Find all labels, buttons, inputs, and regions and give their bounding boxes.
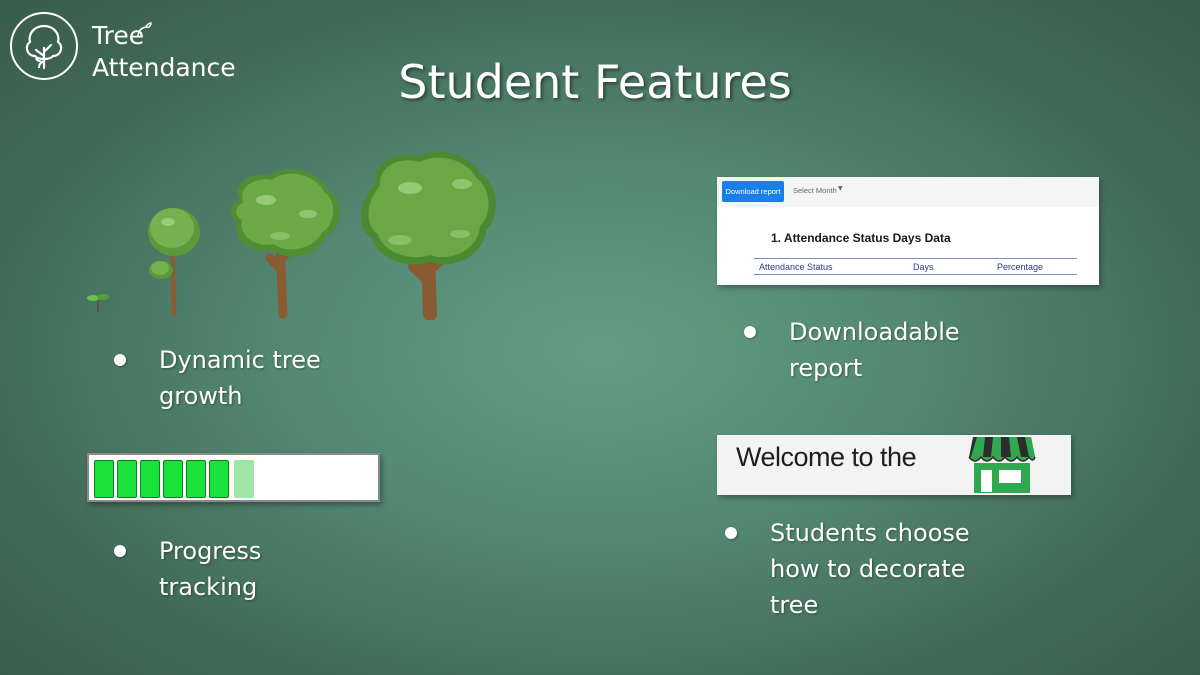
sprout-icon: [137, 22, 152, 38]
column-percentage: Percentage: [997, 262, 1044, 272]
report-toolbar: Download report Select Month ▼: [717, 177, 1099, 207]
progress-segment: [186, 460, 206, 498]
column-days: Days: [913, 262, 934, 272]
seedling-icon: [87, 294, 109, 312]
feature-growth-line1: Dynamic tree: [159, 346, 321, 374]
bullet-dot: [744, 326, 756, 338]
bullet-dot: [114, 545, 126, 557]
feature-progress-line2: tracking: [159, 573, 258, 601]
feature-decorate-line3: tree: [770, 591, 819, 619]
shop-preview: Welcome to the: [717, 435, 1071, 495]
slide-title: Student Features: [398, 55, 792, 109]
select-month-dropdown[interactable]: Select Month: [793, 186, 837, 195]
large-tree-icon: [361, 151, 496, 320]
column-attendance-status: Attendance Status: [759, 262, 833, 272]
progress-segment: [209, 460, 229, 498]
bullet-dot: [114, 354, 126, 366]
feature-progress-line1: Progress: [159, 537, 262, 565]
progress-bar: [87, 453, 380, 502]
bullet-dot: [725, 527, 737, 539]
progress-segment: [163, 460, 183, 498]
table-divider: [754, 258, 1077, 259]
tree-growth-illustration: [87, 151, 496, 320]
table-divider: [754, 274, 1077, 275]
welcome-text: Welcome to the: [736, 442, 917, 472]
progress-segment: [94, 460, 114, 498]
medium-tree-icon: [230, 168, 340, 319]
feature-decorate-line2: how to decorate: [770, 555, 966, 583]
feature-report-line1: Downloadable: [789, 318, 960, 346]
progress-segment: [117, 460, 137, 498]
feature-growth-line2: growth: [159, 382, 243, 410]
feature-decorate-line1: Students choose: [770, 519, 970, 547]
download-report-button[interactable]: Download report: [722, 181, 784, 202]
feature-report-line2: report: [789, 354, 863, 382]
small-tree-icon: [148, 208, 200, 317]
progress-segment: [140, 460, 160, 498]
report-preview: Download report Select Month ▼ 1. Attend…: [717, 177, 1099, 285]
chevron-down-icon: ▼: [838, 185, 843, 192]
report-heading: 1. Attendance Status Days Data: [771, 231, 951, 245]
progress-segment-partial: [234, 460, 254, 498]
shop-storefront-icon: [968, 437, 1036, 493]
